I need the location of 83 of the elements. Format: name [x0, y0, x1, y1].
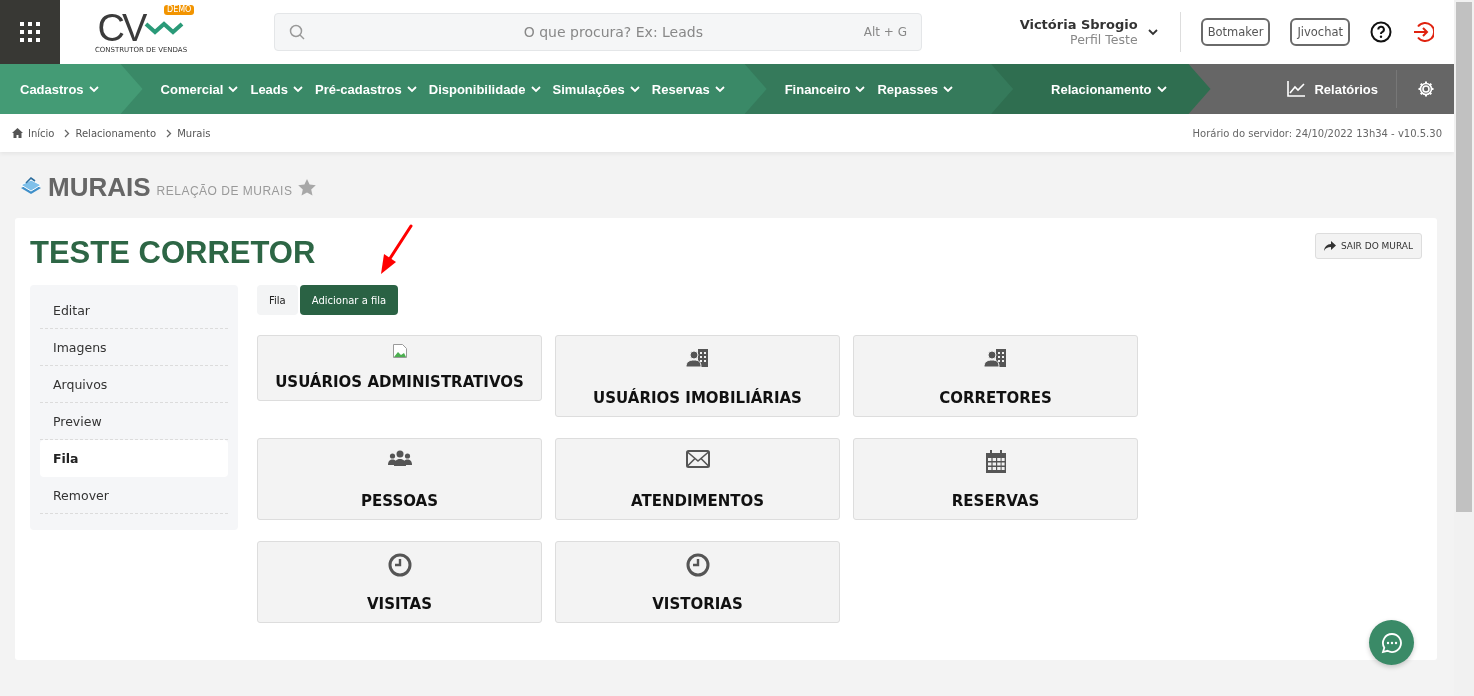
share-arrow-icon: [1323, 241, 1336, 251]
tile-card[interactable]: ATENDIMENTOS: [555, 438, 840, 520]
tile-label: USUÁRIOS IMOBILIÁRIAS: [593, 389, 802, 407]
page-title: MURAIS: [48, 174, 151, 200]
apps-menu-button[interactable]: [0, 0, 60, 64]
chevron-down-icon: [88, 85, 99, 93]
tab[interactable]: Fila: [257, 285, 298, 315]
shortcut-hint: Alt + G: [863, 25, 907, 39]
breadcrumb-link[interactable]: Início: [28, 127, 55, 139]
tile-card[interactable]: PESSOAS: [257, 438, 542, 520]
breadcrumb-link[interactable]: Relacionamento: [75, 127, 157, 139]
chat-bubble-icon[interactable]: [1380, 631, 1403, 654]
chevron-down-icon: [629, 85, 640, 93]
tile-label: VISITAS: [366, 595, 433, 613]
line-chart-icon: [1287, 81, 1306, 97]
menu-item[interactable]: Disponibilidade: [428, 81, 541, 97]
menu-item[interactable]: Repasses: [877, 81, 954, 97]
menu-item[interactable]: Leads: [250, 81, 304, 97]
help-icon[interactable]: [1370, 21, 1392, 43]
grid-icon: [20, 22, 40, 42]
tab[interactable]: Adicionar a fila: [299, 285, 399, 315]
tile-card[interactable]: VISTORIAS: [555, 541, 840, 623]
tile-label: RESERVAS: [951, 492, 1040, 510]
clock-icon: [387, 553, 412, 577]
logout-icon[interactable]: [1412, 21, 1434, 43]
stack-icon: [20, 176, 42, 196]
sidebar-item[interactable]: Arquivos: [40, 366, 228, 403]
star-icon[interactable]: [298, 179, 317, 196]
chevron-down-icon: [714, 85, 725, 93]
tile-label: VISTORIAS: [652, 595, 743, 613]
tile-label: CORRETORES: [939, 389, 1052, 407]
chevron-right-icon: [64, 128, 71, 138]
chevron-down-icon: [293, 85, 304, 93]
tile-label: ATENDIMENTOS: [631, 492, 764, 510]
chevron-down-icon: [943, 85, 954, 93]
sidebar-item[interactable]: Imagens: [40, 329, 228, 366]
chevron-right-icon: [166, 128, 173, 138]
chevron-down-icon: [1147, 28, 1158, 36]
user-name: Victória Sbrogio: [1019, 17, 1138, 32]
chevron-down-icon: [228, 85, 239, 93]
user-profile: Perfil Teste: [1070, 32, 1138, 47]
menu-item[interactable]: Simulações: [552, 81, 640, 97]
tile-card[interactable]: VISITAS: [257, 541, 542, 623]
chevron-down-icon: [1156, 85, 1167, 93]
tile-card[interactable]: USUÁRIOS IMOBILIÁRIAS: [555, 335, 840, 417]
tile-card[interactable]: CORRETORES: [853, 335, 1138, 417]
menu-item[interactable]: Pré-cadastros: [315, 81, 417, 97]
envelope-icon: [685, 450, 710, 468]
chat-button[interactable]: Botmaker: [1200, 18, 1271, 46]
tile-label: PESSOAS: [361, 492, 438, 510]
sidebar-item[interactable]: Editar: [40, 292, 228, 329]
logo-wave-icon: [144, 20, 185, 35]
exit-mural-button[interactable]: SAIR DO MURAL: [1314, 233, 1422, 259]
breadcrumb-link[interactable]: Murais: [177, 127, 211, 139]
home-icon: [12, 128, 23, 138]
people-icon: [387, 450, 412, 466]
tile-card[interactable]: RESERVAS: [853, 438, 1138, 520]
chevron-down-icon: [530, 85, 541, 93]
mural-title: TESTE CORRETOR: [30, 235, 316, 271]
menu-item[interactable]: Financeiro: [784, 81, 866, 97]
menu-item[interactable]: Relacionamento: [1051, 81, 1167, 97]
reports-link[interactable]: Relatórios: [1287, 64, 1396, 114]
server-time: Horário do servidor: 24/10/2022 13h34 - v10.5.30: [1192, 127, 1442, 139]
person-building-icon: [983, 347, 1008, 367]
search-icon: [289, 24, 305, 40]
page-subtitle: RELAÇÃO DE MURAIS: [156, 184, 293, 198]
chevron-down-icon: [406, 85, 417, 93]
logo-text: CV: [97, 10, 145, 45]
settings-icon[interactable]: [1416, 80, 1435, 98]
tile-label: USUÁRIOS ADMINISTRATIVOS: [275, 373, 524, 391]
demo-badge: DEMO: [163, 4, 195, 15]
person-building-icon: [685, 347, 710, 367]
chevron-down-icon: [855, 85, 866, 93]
menu-item[interactable]: Comercial: [160, 81, 239, 97]
broken-image-icon: [391, 343, 408, 359]
calendar-icon: [984, 450, 1007, 474]
sidebar-item[interactable]: Remover: [40, 477, 228, 514]
clock-icon: [685, 553, 710, 577]
menu-item[interactable]: Reservas: [651, 81, 725, 97]
tile-card[interactable]: USUÁRIOS ADMINISTRATIVOS: [257, 335, 542, 401]
chat-button[interactable]: Jivochat: [1290, 18, 1350, 46]
search-input[interactable]: O que procura? Ex: Leads: [305, 23, 864, 41]
sidebar-item[interactable]: Fila: [40, 440, 228, 477]
